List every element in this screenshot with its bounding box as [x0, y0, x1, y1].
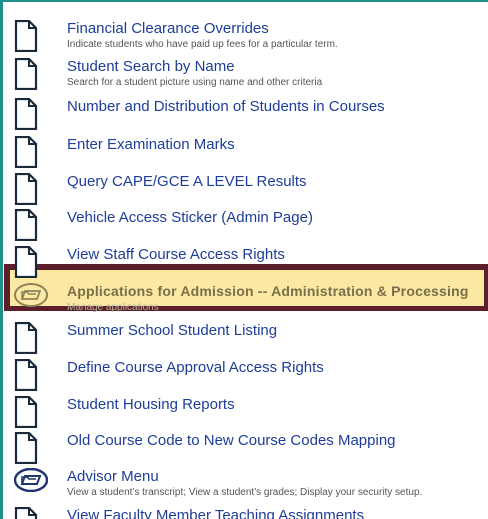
- document-icon: [14, 98, 44, 132]
- menu-item-label[interactable]: View Faculty Member Teaching Assignments: [67, 507, 364, 519]
- document-icon: [14, 322, 44, 356]
- menu-item-label[interactable]: Vehicle Access Sticker (Admin Page): [67, 209, 313, 226]
- document-icon: [14, 209, 44, 243]
- menu-item-applications-for-admission[interactable]: Applications for Admission -- Administra…: [0, 283, 488, 319]
- menu-item-vehicle-access-sticker[interactable]: Vehicle Access Sticker (Admin Page): [0, 209, 488, 245]
- menu-item-view-staff-course-access-rights[interactable]: View Staff Course Access Rights: [0, 246, 488, 282]
- menu-item-view-faculty-teaching-assignments[interactable]: View Faculty Member Teaching Assignments: [0, 507, 488, 519]
- menu-item-description: View a student's transcript; View a stud…: [67, 487, 423, 498]
- menu-item-label[interactable]: Query CAPE/GCE A LEVEL Results: [67, 173, 307, 190]
- menu-item-old-course-code-mapping[interactable]: Old Course Code to New Course Codes Mapp…: [0, 432, 488, 468]
- menu-item-student-housing-reports[interactable]: Student Housing Reports: [0, 396, 488, 432]
- folder-menu-icon: [14, 283, 48, 317]
- menu-item-enter-examination-marks[interactable]: Enter Examination Marks: [0, 136, 488, 172]
- menu-item-label[interactable]: Enter Examination Marks: [67, 136, 235, 153]
- menu-list: Financial Clearance Overrides Indicate s…: [0, 0, 488, 519]
- menu-item-label[interactable]: Define Course Approval Access Rights: [67, 359, 324, 376]
- menu-item-label[interactable]: Advisor Menu: [67, 468, 159, 485]
- document-icon: [14, 173, 44, 207]
- menu-item-label[interactable]: Summer School Student Listing: [67, 322, 277, 339]
- menu-item-description: Manage applications: [67, 302, 159, 313]
- menu-item-label[interactable]: Financial Clearance Overrides: [67, 20, 269, 37]
- menu-item-number-and-distribution[interactable]: Number and Distribution of Students in C…: [0, 98, 488, 134]
- menu-item-define-course-approval-access-rights[interactable]: Define Course Approval Access Rights: [0, 359, 488, 395]
- menu-item-student-search-by-name[interactable]: Student Search by Name Search for a stud…: [0, 58, 488, 94]
- document-icon: [14, 136, 44, 170]
- menu-item-description: Indicate students who have paid up fees …: [67, 39, 338, 50]
- menu-item-label[interactable]: Number and Distribution of Students in C…: [67, 98, 385, 115]
- document-icon: [14, 432, 44, 466]
- menu-item-summer-school-student-listing[interactable]: Summer School Student Listing: [0, 322, 488, 358]
- document-icon: [14, 58, 44, 92]
- menu-item-financial-clearance-overrides[interactable]: Financial Clearance Overrides Indicate s…: [0, 20, 488, 56]
- menu-item-label[interactable]: View Staff Course Access Rights: [67, 246, 285, 263]
- folder-menu-icon: [14, 468, 48, 502]
- document-icon: [14, 396, 44, 430]
- menu-item-advisor-menu[interactable]: Advisor Menu View a student's transcript…: [0, 468, 488, 504]
- menu-item-label[interactable]: Old Course Code to New Course Codes Mapp…: [67, 432, 396, 449]
- menu-item-description: Search for a student picture using name …: [67, 77, 323, 88]
- menu-item-label[interactable]: Student Search by Name: [67, 58, 235, 75]
- menu-item-query-cape-gce-results[interactable]: Query CAPE/GCE A LEVEL Results: [0, 173, 488, 209]
- document-icon: [14, 246, 44, 280]
- menu-item-label[interactable]: Student Housing Reports: [67, 396, 235, 413]
- document-icon: [14, 359, 44, 393]
- document-icon: [14, 20, 44, 54]
- menu-item-label[interactable]: Applications for Admission -- Administra…: [67, 283, 469, 300]
- document-icon: [14, 507, 44, 519]
